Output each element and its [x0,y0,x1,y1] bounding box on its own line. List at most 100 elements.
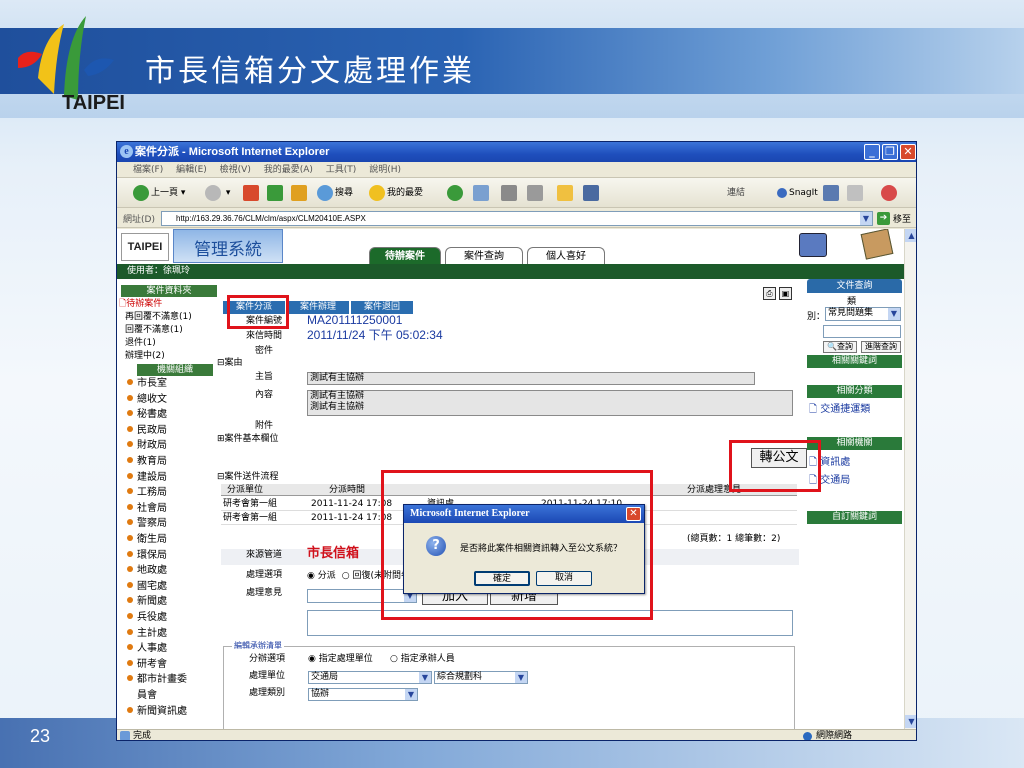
option-radio[interactable]: ◉ 分派 [307,571,336,581]
query-button[interactable]: 🔍查詢 [823,341,857,353]
table-cell: 研考會第一組 [223,499,278,509]
bullet-icon [127,597,133,604]
org-item[interactable]: 建設局 [127,472,167,484]
org-item[interactable]: 教育局 [127,456,167,468]
reason-section[interactable]: ⊟案由 [217,357,795,370]
window-icon[interactable] [847,185,863,201]
org-item[interactable]: 新聞處 [127,596,167,608]
print-icon[interactable] [501,185,517,201]
org-item[interactable]: 都市計畫委 [127,674,187,686]
subunit-select[interactable]: 綜合規劃科 ▼ [434,671,528,684]
content-field[interactable]: 測試有主協辦 測試有主協辦 [307,390,793,416]
edit-icon[interactable] [527,185,543,201]
custom-keyword-header: 自訂關鍵詞 [807,511,902,524]
snagit-button[interactable]: SnagIt [777,183,818,203]
menu-favorites[interactable]: 我的最愛(A) [264,165,313,175]
keyword-input[interactable] [823,325,901,338]
org-item[interactable]: 財政局 [127,440,167,452]
nav-item-unsatisfied[interactable]: 回覆不滿意(1) [125,325,183,336]
org-item[interactable]: 兵役處 [127,612,167,624]
radio-checked-icon: ◉ [307,571,318,581]
basic-fields-section[interactable]: ⊞案件基本欄位 [217,433,795,446]
assign-person-radio[interactable]: ○ 指定承辦人員 [390,653,455,666]
mail-icon[interactable] [473,185,489,201]
address-label: 網址(D) [123,215,155,225]
maximize-button[interactable]: ❐ [882,144,898,160]
options-label: 處理選項 [245,570,282,580]
org-item[interactable]: 主計處 [127,628,167,640]
nav-item-pending[interactable]: 🗋待辦案件 [119,299,162,310]
scroll-up-icon[interactable]: ▲ [905,229,916,242]
menu-view[interactable]: 檢視(V) [220,165,251,175]
org-item[interactable]: 秘書處 [127,409,167,421]
minimize-button[interactable]: _ [864,144,880,160]
related-category-item[interactable]: 🗋 交通捷運類 [809,400,870,419]
table-cell: 2011-11-24 17:08 [311,499,393,509]
go-arrow-icon[interactable]: ➔ [877,212,890,225]
print-page-icon[interactable]: ⎙ [763,287,776,300]
toolbar-options-icon[interactable] [881,185,897,201]
capture-icon[interactable] [823,185,839,201]
org-item[interactable]: 地政處 [127,565,167,577]
bullet-icon [127,503,133,510]
advanced-query-button[interactable]: 進階查詢 [861,341,901,353]
case-number-value: MA201111250001 [307,313,403,327]
folder-icon[interactable] [557,185,573,201]
forward-button[interactable]: ▾ [205,183,230,203]
back-button[interactable]: 上一頁 ▾ [133,183,185,203]
org-item[interactable]: 新聞資訊處 [127,706,187,718]
save-page-icon[interactable]: ▣ [779,287,792,300]
page-scrollbar[interactable]: ▲ ▼ [904,229,916,729]
nav-item-processing[interactable]: 辦理中(2) [125,351,165,362]
assign-unit-radio[interactable]: ◉ 指定處理單位 [308,653,373,666]
category-select[interactable]: 常見問題集 ▼ [825,307,901,321]
org-item[interactable]: 衛生局 [127,534,167,546]
right-panel: 文件查詢 類 別： 常見問題集 ▼ 🔍查詢 進階查詢 相關關鍵詞 相關分類 🗋 交… [807,279,902,729]
org-item[interactable]: 研考會 [127,659,167,671]
tab-pending-cases[interactable]: 待辦案件 [369,247,441,264]
content-line-2: 測試有主協辦 [310,402,365,412]
menu-tools[interactable]: 工具(T) [326,165,357,175]
refresh-icon[interactable] [267,185,283,201]
org-item[interactable]: 市長室 [127,378,167,390]
menu-help[interactable]: 說明(H) [369,165,401,175]
messenger-icon[interactable] [583,185,599,201]
org-item[interactable]: 國宅處 [127,581,167,593]
address-input[interactable]: http://163.29.36.76/CLM/clm/aspx/CLM2041… [161,211,873,226]
nav-item-re-unsatisfied[interactable]: 再回覆不滿意(1) [125,312,192,323]
org-item[interactable]: 民政局 [127,425,167,437]
favorites-button[interactable]: 我的最愛 [369,183,423,203]
menu-file[interactable]: 檔案(F) [133,165,163,175]
search-button[interactable]: 搜尋 [317,183,353,203]
org-item[interactable]: 警察局 [127,518,167,530]
org-item[interactable]: 工務局 [127,487,167,499]
subject-field[interactable]: 測試有主協辦 [307,372,755,385]
scroll-down-icon[interactable]: ▼ [905,715,916,728]
type-select[interactable]: 協辦 ▼ [308,688,418,701]
category-label: 類 [847,297,857,307]
go-button[interactable]: 移至 [893,212,911,225]
slide-title: 市長信箱分文處理作業 [145,54,475,89]
related-category-header: 相關分類 [807,385,902,398]
address-dropdown-icon[interactable]: ▼ [860,212,872,225]
tab-preferences[interactable]: 個人喜好 [527,247,605,264]
type-label: 處理類別 [248,688,285,698]
stop-icon[interactable] [243,185,259,201]
keyword-header: 相關關鍵詞 [807,355,902,368]
menu-edit[interactable]: 編輯(E) [176,165,207,175]
org-item[interactable]: 員會 [137,690,157,702]
nav-item-returned[interactable]: 退件(1) [125,338,156,349]
links-label[interactable]: 連結 [727,183,745,203]
bullet-icon [127,706,133,713]
org-item[interactable]: 人事處 [127,643,167,655]
unit-select[interactable]: 交通局 ▼ [308,671,432,684]
close-window-button[interactable]: ✕ [900,144,916,160]
org-item[interactable]: 總收文 [127,394,167,406]
history-icon[interactable] [447,185,463,201]
tab-case-query[interactable]: 案件查詢 [445,247,523,264]
notepad-icon[interactable] [860,229,894,260]
org-item[interactable]: 環保局 [127,550,167,562]
agent-icon[interactable] [799,233,827,257]
org-item[interactable]: 社會局 [127,503,167,515]
home-icon[interactable] [291,185,307,201]
